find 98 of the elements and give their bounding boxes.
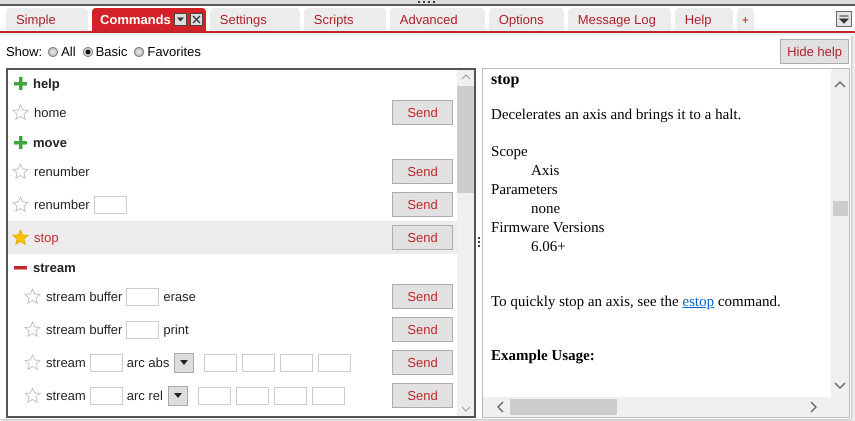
splitter-handle[interactable] — [478, 237, 480, 249]
command-row[interactable]: renumber Send — [8, 188, 457, 221]
command-text: print — [163, 322, 189, 337]
scroll-up-icon[interactable] — [834, 81, 846, 88]
parameter-field[interactable] — [126, 320, 160, 338]
send-button[interactable]: Send — [392, 159, 453, 184]
parameter-field[interactable] — [242, 354, 276, 372]
hide-help-button[interactable]: Hide help — [780, 39, 849, 64]
radio-option[interactable]: Basic — [82, 44, 128, 59]
tab[interactable]: Scripts — [304, 8, 386, 31]
help-section-value: none — [530, 200, 562, 219]
star-outline-icon[interactable] — [12, 163, 29, 180]
command-text: stop — [34, 230, 59, 245]
send-button[interactable]: Send — [392, 350, 453, 375]
tab[interactable]: Commands — [92, 8, 206, 31]
star-outline-icon[interactable] — [12, 104, 29, 121]
parameter-field[interactable] — [280, 354, 314, 372]
help-section-label: Parameters — [491, 181, 559, 200]
command-row[interactable]: home Send — [8, 96, 457, 129]
parameter-field[interactable] — [236, 386, 269, 404]
star-outline-icon[interactable] — [24, 288, 41, 305]
command-row[interactable]: stop Send — [8, 221, 457, 254]
tab[interactable]: Help — [674, 8, 733, 31]
splitter-handle[interactable] — [418, 1, 438, 3]
tab[interactable]: Settings — [210, 8, 300, 31]
parameter-field[interactable] — [94, 196, 127, 214]
tab[interactable]: Advanced — [390, 8, 485, 31]
show-label: Show: — [6, 44, 42, 59]
tab[interactable]: Message Log — [568, 8, 671, 31]
parameter-field[interactable] — [126, 288, 160, 306]
command-text: arc rel — [126, 388, 163, 403]
command-text: stream — [46, 355, 86, 370]
parameter-field[interactable] — [90, 354, 123, 372]
parameter-field[interactable] — [318, 354, 352, 372]
send-button[interactable]: Send — [392, 192, 453, 217]
scroll-down-icon[interactable] — [460, 406, 470, 412]
send-button[interactable]: Send — [392, 317, 453, 342]
help-note: To quickly stop an axis, see the estop command. — [491, 294, 782, 311]
parameter-field[interactable] — [312, 386, 345, 404]
help-title: stop — [491, 71, 520, 89]
help-section-value: 6.06+ — [530, 238, 567, 257]
radio-option[interactable]: Favorites — [134, 44, 201, 59]
scroll-thumb[interactable] — [832, 201, 848, 216]
command-text: renumber — [34, 197, 90, 212]
scroll-up-icon[interactable] — [460, 74, 470, 80]
caret-icon — [180, 360, 188, 365]
command-text: home — [34, 105, 67, 120]
scrollbar[interactable] — [457, 70, 474, 416]
menu-icon[interactable] — [836, 11, 852, 27]
scroll-right-icon[interactable] — [810, 401, 817, 413]
command-text: stream buffer — [46, 322, 122, 337]
tab[interactable]: Simple — [6, 8, 88, 31]
scroll-left-icon[interactable] — [497, 401, 504, 413]
star-outline-icon[interactable] — [24, 387, 41, 404]
command-row[interactable]: stream arc abs Send — [8, 346, 457, 379]
tab[interactable]: Options — [488, 8, 564, 31]
command-row[interactable]: stream arc rel Send — [8, 379, 457, 412]
command-row[interactable]: stream buffer erase Send — [8, 280, 457, 313]
example-heading: Example Usage: — [491, 348, 596, 365]
send-button[interactable]: Send — [392, 383, 453, 408]
command-text: stream buffer — [46, 289, 122, 304]
expand-icon[interactable] — [14, 136, 27, 148]
command-text: arc abs — [126, 355, 170, 370]
help-description: Decelerates an axis and brings it to a halt. — [491, 107, 742, 124]
help-section-label: Scope — [491, 143, 529, 162]
dropdown-icon[interactable] — [174, 13, 187, 26]
help-section-label: Firmware Versions — [491, 219, 606, 238]
radio-option[interactable]: All — [48, 44, 76, 59]
tab[interactable]: + — [736, 8, 754, 31]
expand-icon[interactable] — [14, 76, 27, 90]
send-button[interactable]: Send — [392, 284, 453, 309]
caret-icon — [174, 393, 182, 398]
star-outline-icon[interactable] — [24, 354, 41, 371]
help-section-value: Axis — [530, 162, 560, 181]
parameter-field[interactable] — [198, 386, 231, 404]
filled-star-icon[interactable] — [12, 229, 29, 246]
parameter-field[interactable] — [204, 354, 238, 372]
scroll-down-icon[interactable] — [834, 382, 846, 389]
scroll-thumb[interactable] — [510, 399, 617, 415]
close-icon[interactable] — [190, 13, 203, 26]
group-label[interactable]: stream — [33, 260, 76, 274]
group-label[interactable]: move — [33, 134, 67, 150]
parameter-field[interactable] — [274, 386, 307, 404]
command-text: renumber — [34, 164, 90, 179]
dropdown-button[interactable] — [168, 386, 188, 406]
command-text: erase — [163, 289, 196, 304]
send-button[interactable]: Send — [392, 100, 453, 125]
command-row[interactable]: renumber Send — [8, 155, 457, 188]
send-button[interactable]: Send — [392, 225, 453, 250]
estop-link[interactable]: estop — [682, 294, 714, 310]
dropdown-button[interactable] — [174, 352, 194, 372]
command-row[interactable]: stream buffer print Send — [8, 313, 457, 346]
command-text: stream — [46, 388, 86, 403]
scroll-thumb[interactable] — [457, 86, 474, 193]
star-outline-icon[interactable] — [12, 196, 29, 213]
group-label[interactable]: help — [33, 76, 60, 90]
parameter-field[interactable] — [90, 386, 123, 404]
star-outline-icon[interactable] — [24, 321, 41, 338]
